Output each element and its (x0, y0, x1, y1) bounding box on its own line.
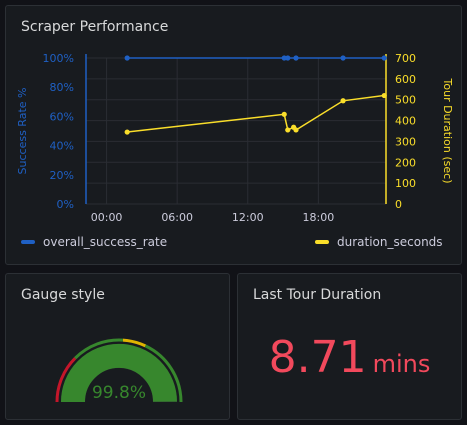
data-point-duration_seconds (124, 129, 130, 135)
data-point-duration_seconds (340, 98, 346, 104)
legend-label: overall_success_rate (43, 235, 168, 249)
left-axis-tick-label: 0% (57, 198, 74, 211)
data-point-duration_seconds (281, 111, 287, 117)
right-axis-tick-label: 300 (395, 135, 416, 148)
right-axis-tick-label: 400 (395, 115, 416, 128)
data-point-duration_seconds (285, 127, 291, 133)
right-axis-tick-label: 600 (395, 73, 416, 86)
left-axis-tick-label: 100% (43, 52, 74, 65)
x-axis-tick-label: 12:00 (232, 211, 264, 224)
right-axis-tick-label: 100 (395, 177, 416, 190)
legend-label: duration_seconds (337, 235, 443, 249)
legend-item-success-rate[interactable]: overall_success_rate (21, 235, 167, 249)
data-point-duration_seconds (381, 92, 387, 99)
left-axis-tick-label: 80% (50, 81, 74, 94)
gauge-value: 99.8% (92, 383, 146, 403)
legend-swatch (315, 240, 329, 244)
performance-chart[interactable]: 0% 20% 40% 60% 80% 100% Success Rate % 0 100 200… (6, 6, 463, 266)
x-axis-tick-label: 06:00 (161, 211, 193, 224)
data-point-duration_seconds (293, 127, 299, 133)
legend-swatch (21, 240, 35, 244)
right-axis-title: Tour Duration (sec) (441, 78, 454, 184)
right-axis-tick-label: 700 (395, 52, 416, 65)
stat-value: 8.71 mins (238, 332, 461, 383)
x-axis-tick-label: 00:00 (91, 211, 123, 224)
right-axis-tick-label: 200 (395, 156, 416, 169)
data-point-overall_success_rate (124, 55, 130, 61)
data-point-overall_success_rate (381, 55, 387, 61)
gauge-panel: Gauge style 99.8% (5, 273, 230, 420)
stat-unit: mins (372, 350, 431, 378)
gauge: 99.8% (55, 338, 183, 403)
x-axis-tick-label: 18:00 (303, 211, 335, 224)
data-point-overall_success_rate (340, 55, 346, 61)
last-tour-duration-panel: Last Tour Duration 8.71 mins (237, 273, 462, 420)
right-axis-tick-label: 0 (395, 198, 402, 211)
left-axis-title: Success Rate % (16, 88, 29, 175)
panel-title: Last Tour Duration (253, 287, 382, 303)
legend-item-duration[interactable]: duration_seconds (315, 235, 443, 249)
left-axis-tick-label: 40% (50, 140, 74, 153)
left-axis-tick-label: 20% (50, 169, 74, 182)
left-axis-tick-label: 60% (50, 110, 74, 123)
right-axis-tick-label: 500 (395, 94, 416, 107)
data-point-overall_success_rate (285, 55, 291, 61)
stat-number: 8.71 (268, 332, 367, 383)
data-point-overall_success_rate (293, 55, 299, 61)
series-line-duration_seconds (127, 94, 385, 133)
scraper-performance-panel: Scraper Performance 0% 20% 40% 60% 80% 100% Su… (5, 5, 462, 265)
